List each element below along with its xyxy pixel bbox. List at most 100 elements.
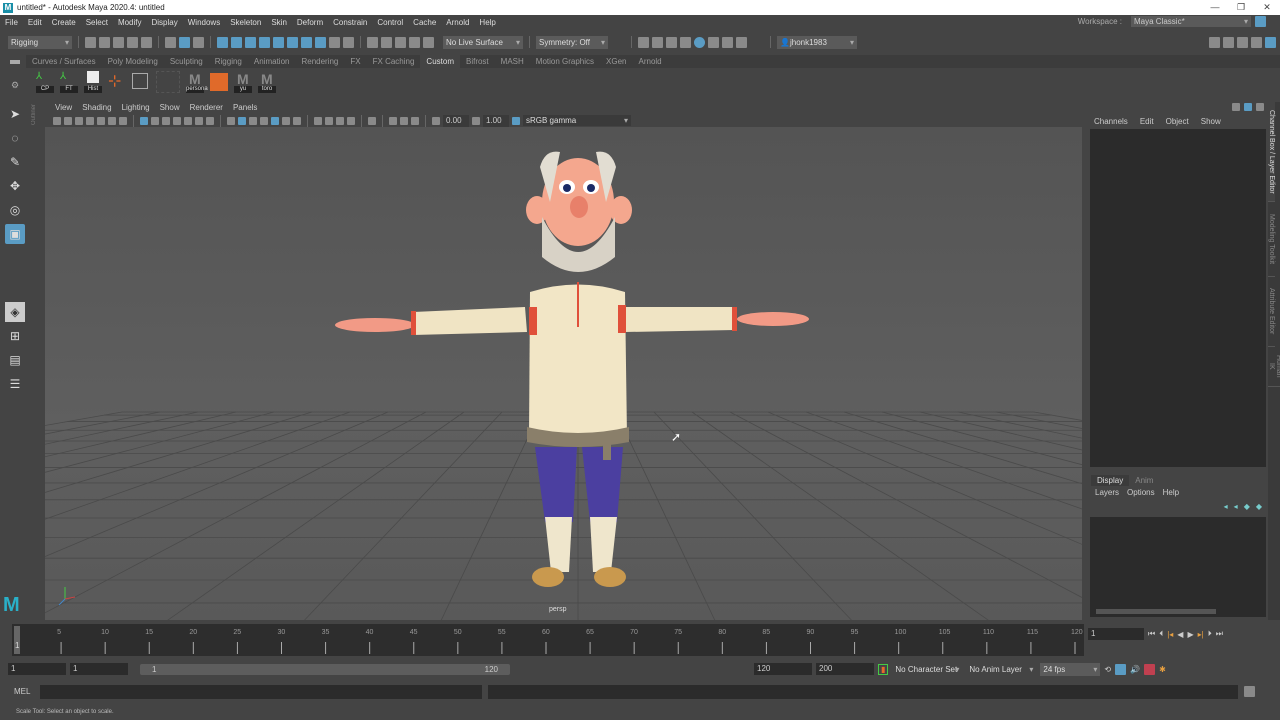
animation-preferences-icon[interactable]: ✱ xyxy=(1159,665,1166,674)
menu-control[interactable]: Control xyxy=(372,18,408,27)
step-forward-frame-icon[interactable]: ▸| xyxy=(1198,630,1204,639)
magnet-icon[interactable] xyxy=(423,36,434,48)
gate-mask-icon[interactable] xyxy=(173,116,181,125)
snap-grid-icon[interactable] xyxy=(217,36,228,48)
options-menu[interactable]: Options xyxy=(1123,487,1159,498)
menu-cache[interactable]: Cache xyxy=(408,18,441,27)
arnold-icon[interactable] xyxy=(722,36,733,48)
shelf-tab-animation[interactable]: Animation xyxy=(248,55,296,68)
move-tool-icon[interactable]: ✥ xyxy=(5,176,25,196)
single-perspective-view-icon[interactable]: ◈ xyxy=(5,302,25,322)
layer-list[interactable] xyxy=(1090,517,1266,617)
input-ops-icon[interactable] xyxy=(367,36,378,48)
xray-icon[interactable] xyxy=(389,116,397,125)
film-gate-icon[interactable] xyxy=(151,116,159,125)
select-hierarchy-icon[interactable] xyxy=(165,36,176,48)
ipr-render-icon[interactable] xyxy=(652,36,663,48)
scale-tool-icon[interactable]: ▣ xyxy=(5,224,25,244)
live-surface-field[interactable]: No Live Surface xyxy=(443,35,523,49)
highlight-selection-icon[interactable] xyxy=(343,36,354,48)
select-object-icon[interactable] xyxy=(179,36,190,48)
shelf-button-toro[interactable]: Mtoro xyxy=(258,71,276,93)
loop-icon[interactable]: ⟲ xyxy=(1104,665,1111,674)
image-plane-icon[interactable] xyxy=(86,116,94,125)
shelf-tab-fx[interactable]: FX xyxy=(344,55,366,68)
exposure-field[interactable]: 0.00 xyxy=(443,114,469,127)
viewport-menu-panels[interactable]: Panels xyxy=(229,102,261,114)
shelf-button-persona[interactable]: Mpersona xyxy=(186,71,208,93)
viewport-menu-shading[interactable]: Shading xyxy=(78,102,115,114)
snap-point-icon[interactable] xyxy=(245,36,256,48)
shelf-tab-arnold[interactable]: Arnold xyxy=(633,55,668,68)
new-layer-selected-icon[interactable]: ◆ xyxy=(1256,502,1262,511)
menu-select[interactable]: Select xyxy=(81,18,113,27)
maximize-button[interactable]: ❐ xyxy=(1228,0,1254,15)
snap-projected-icon[interactable] xyxy=(259,36,270,48)
play-backwards-icon[interactable]: ◀ xyxy=(1177,630,1183,639)
shelf-button-cp[interactable]: ⅄ CP xyxy=(36,71,54,93)
menu-arnold[interactable]: Arnold xyxy=(441,18,474,27)
layer-tab-anim[interactable]: Anim xyxy=(1129,475,1159,486)
workspace-dropdown[interactable]: Maya Classic* xyxy=(1131,16,1251,27)
select-component-icon[interactable] xyxy=(193,36,204,48)
shelf-tab-fx-caching[interactable]: FX Caching xyxy=(367,55,421,68)
go-to-start-icon[interactable]: ⏮ xyxy=(1148,629,1155,639)
field-chart-icon[interactable] xyxy=(184,116,192,125)
perspective-view[interactable]: ➚ persp xyxy=(0,127,1280,628)
layers-help-menu[interactable]: Help xyxy=(1159,487,1183,498)
menu-help[interactable]: Help xyxy=(474,18,500,27)
shelf-tab-bifrost[interactable]: Bifrost xyxy=(460,55,495,68)
command-input[interactable] xyxy=(40,684,482,699)
symmetry-dropdown[interactable]: Symmetry: Off xyxy=(536,35,608,49)
undo-icon[interactable] xyxy=(127,36,138,48)
wireframe-on-shaded-icon[interactable] xyxy=(260,116,268,125)
shelf-tab-poly-modeling[interactable]: Poly Modeling xyxy=(102,55,164,68)
two-view-icon[interactable]: ▤ xyxy=(5,350,25,370)
lasso-icon[interactable] xyxy=(409,36,420,48)
shelf-tab-sculpting[interactable]: Sculpting xyxy=(164,55,209,68)
gamma-field[interactable]: 1.00 xyxy=(483,114,509,127)
object-menu[interactable]: Object xyxy=(1160,116,1195,128)
channels-menu[interactable]: Channels xyxy=(1088,116,1134,128)
shelf-tab-xgen[interactable]: XGen xyxy=(600,55,632,68)
tab-channel-box-layer-editor[interactable]: Channel Box / Layer Editor xyxy=(1268,102,1275,202)
lock-selection-icon[interactable] xyxy=(329,36,340,48)
menu-display[interactable]: Display xyxy=(147,18,183,27)
channel-box-icon[interactable] xyxy=(1265,36,1276,48)
xray-active-icon[interactable] xyxy=(400,116,408,125)
four-view-icon[interactable]: ⊞ xyxy=(5,326,25,346)
viewport-menu-view[interactable]: View xyxy=(51,102,76,114)
fps-dropdown[interactable]: 24 fps xyxy=(1040,662,1101,676)
render-icon[interactable] xyxy=(638,36,649,48)
grid-toggle-icon[interactable] xyxy=(140,116,148,125)
grease-pencil-icon[interactable] xyxy=(97,116,105,125)
shelf-tab-custom[interactable]: Custom xyxy=(420,55,460,68)
menu-constrain[interactable]: Constrain xyxy=(328,18,372,27)
color-management-icon[interactable] xyxy=(512,116,520,125)
paint-select-tool-icon[interactable]: ✎ xyxy=(5,152,25,172)
tab-attribute-editor[interactable]: Attribute Editor xyxy=(1268,277,1275,347)
edit-icon[interactable] xyxy=(1256,103,1264,111)
help-icon[interactable] xyxy=(315,36,326,48)
shelf-tab-motion-graphics[interactable]: Motion Graphics xyxy=(530,55,600,68)
isolate-select-icon[interactable] xyxy=(368,116,376,125)
outliner-layout-icon[interactable]: ☰ xyxy=(5,374,25,394)
script-editor-icon[interactable] xyxy=(210,71,228,93)
new-scene-icon[interactable] xyxy=(85,36,96,48)
viewport-menu-show[interactable]: Show xyxy=(156,102,184,114)
layer-tab-display[interactable]: Display xyxy=(1091,475,1130,486)
start-time-field[interactable]: 1 xyxy=(8,663,66,675)
menu-edit[interactable]: Edit xyxy=(23,18,47,27)
edit-menu[interactable]: Edit xyxy=(1134,116,1160,128)
command-language-label[interactable]: MEL xyxy=(14,687,34,696)
2d-pan-zoom-icon[interactable] xyxy=(108,116,116,125)
range-slider[interactable]: 1 120 xyxy=(140,663,510,675)
menu-skin[interactable]: Skin xyxy=(266,18,292,27)
use-all-lights-icon[interactable] xyxy=(282,116,290,125)
snap-curve-icon[interactable] xyxy=(231,36,242,48)
cached-playback-icon[interactable] xyxy=(1144,663,1156,675)
wireframe-icon[interactable] xyxy=(227,116,235,125)
shelf-button-ft[interactable]: ⅄ FT xyxy=(60,71,78,93)
snap-uv-icon[interactable] xyxy=(301,36,312,48)
tab-modeling-toolkit[interactable]: Modeling Toolkit xyxy=(1268,202,1275,277)
